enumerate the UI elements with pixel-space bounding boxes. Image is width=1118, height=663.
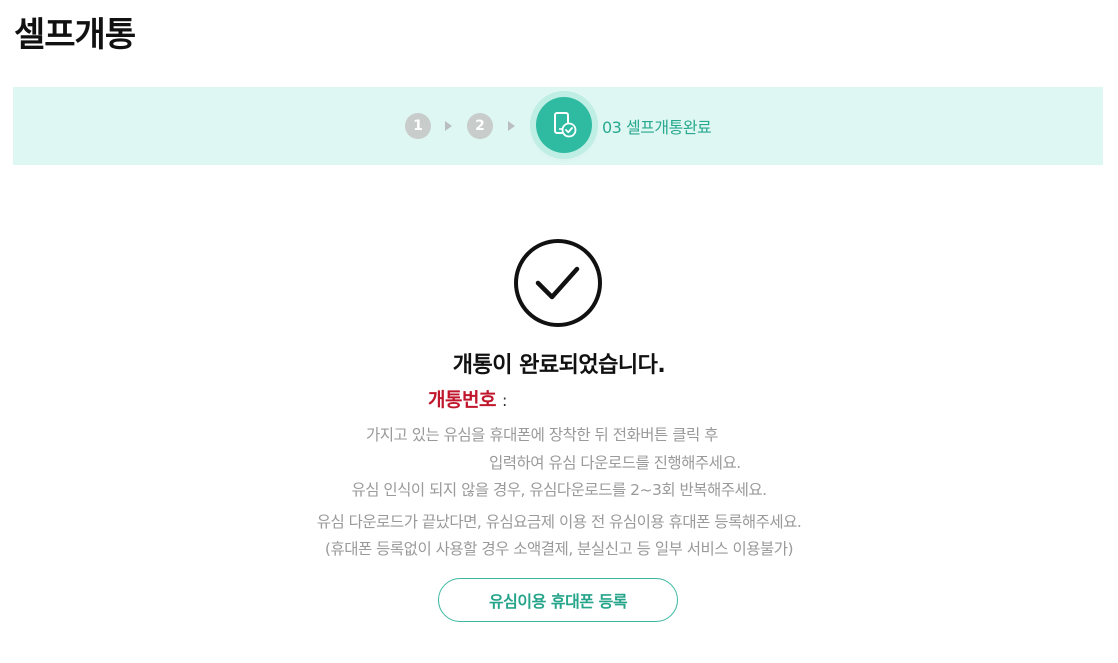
activation-number-row: 개통번호 :	[428, 385, 507, 412]
instruction-line-1: 가지고 있는 유심을 휴대폰에 장착한 뒤 전화버튼 클릭 후	[366, 426, 718, 444]
completion-title: 개통이 완료되었습니다.	[452, 353, 666, 378]
step-arrow-icon	[445, 121, 452, 131]
step-progress-bar: 1 2 03 셀프개통완료	[13, 87, 1103, 165]
step-2-indicator: 2	[467, 113, 493, 139]
instruction-line-5: (휴대폰 등록없이 사용할 경우 소액결제, 분실신고 등 일부 서비스 이용불…	[324, 540, 794, 558]
step-3-current-indicator	[536, 97, 592, 153]
instruction-line-2: 입력하여 유심 다운로드를 진행해주세요.	[489, 454, 741, 472]
activation-number-label: 개통번호	[428, 389, 496, 411]
step-1-indicator: 1	[405, 113, 431, 139]
page-title: 셀프개통	[14, 15, 136, 55]
register-phone-button[interactable]: 유심이용 휴대폰 등록	[438, 578, 678, 622]
instruction-line-4: 유심 다운로드가 끝났다면, 유심요금제 이용 전 유심이용 휴대폰 등록해주세…	[316, 513, 802, 531]
phone-check-icon	[554, 112, 577, 138]
step-arrow-icon	[508, 121, 515, 131]
step-3-label: 03 셀프개통완료	[602, 118, 712, 137]
activation-number-separator: :	[501, 391, 508, 410]
checkmark-circle-icon	[514, 239, 602, 327]
instruction-line-3: 유심 인식이 되지 않을 경우, 유심다운로드를 2~3회 반복해주세요.	[351, 481, 767, 499]
